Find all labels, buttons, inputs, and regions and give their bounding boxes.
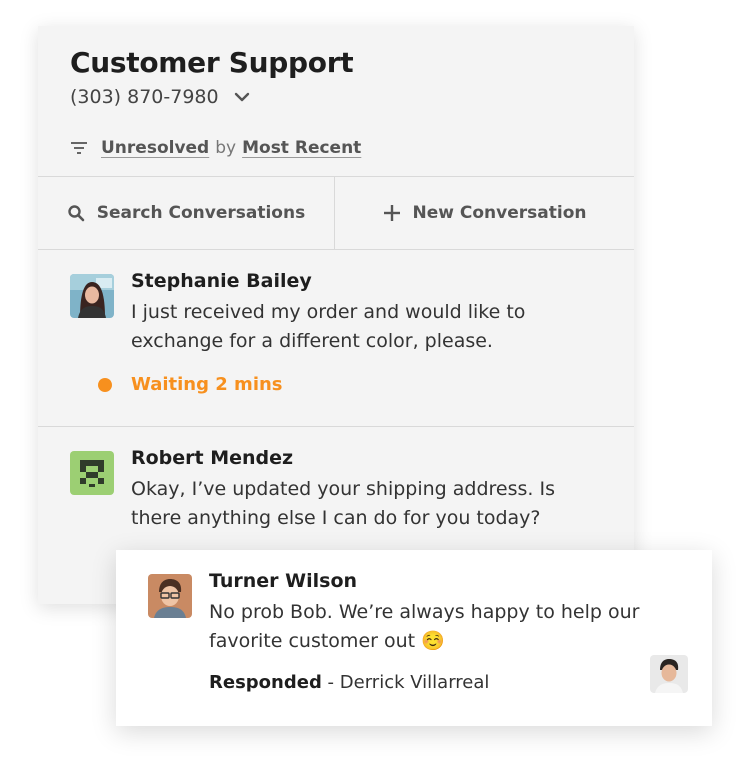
- filter-by-text: by: [215, 138, 237, 158]
- new-conversation-label: New Conversation: [412, 203, 587, 223]
- status-dot-icon: [98, 377, 112, 392]
- page-title: Customer Support: [70, 46, 354, 79]
- responder-name: Derrick Villarreal: [339, 672, 490, 693]
- filter-icon: [71, 142, 87, 154]
- phone-selector[interactable]: (303) 870-7980: [70, 86, 251, 108]
- filter-bar: Unresolved by Most Recent: [70, 138, 361, 158]
- search-conversations-button[interactable]: Search Conversations: [38, 177, 335, 249]
- avatar: [148, 574, 192, 618]
- conversation-panel: Customer Support (303) 870-7980 Unresolv…: [38, 26, 634, 604]
- plus-icon: [383, 205, 400, 221]
- search-icon: [68, 205, 85, 222]
- message-preview: I just received my order and would like …: [131, 301, 526, 352]
- search-conversations-label: Search Conversations: [96, 203, 306, 223]
- responded-status: Responded - Derrick Villarreal: [209, 672, 489, 693]
- message-preview: Okay, I’ve updated your shipping address…: [131, 478, 556, 529]
- new-conversation-button[interactable]: New Conversation: [335, 177, 634, 249]
- conversation-card-highlighted[interactable]: Turner Wilson No prob Bob. We’re always …: [116, 550, 712, 726]
- chevron-down-icon[interactable]: [233, 88, 251, 106]
- responded-separator: -: [321, 672, 340, 693]
- responded-label: Responded: [209, 672, 322, 693]
- contact-name: Robert Mendez: [131, 447, 294, 469]
- status-badge: Waiting 2 mins: [98, 374, 283, 395]
- panel-header: Customer Support (303) 870-7980 Unresolv…: [38, 26, 634, 177]
- agent-avatar: [650, 655, 688, 693]
- avatar: [70, 274, 114, 318]
- contact-name: Turner Wilson: [209, 570, 358, 592]
- phone-number: (303) 870-7980: [70, 86, 219, 108]
- message-preview: No prob Bob. We’re always happy to help …: [209, 601, 640, 652]
- action-bar: Search Conversations New Conversation: [38, 177, 634, 250]
- filter-sort-link[interactable]: Most Recent: [242, 138, 361, 158]
- contact-name: Stephanie Bailey: [131, 270, 312, 292]
- avatar: [70, 451, 114, 495]
- filter-status-link[interactable]: Unresolved: [101, 138, 209, 158]
- conversation-item[interactable]: Stephanie Bailey I just received my orde…: [38, 250, 634, 427]
- status-text: Waiting 2 mins: [131, 374, 283, 395]
